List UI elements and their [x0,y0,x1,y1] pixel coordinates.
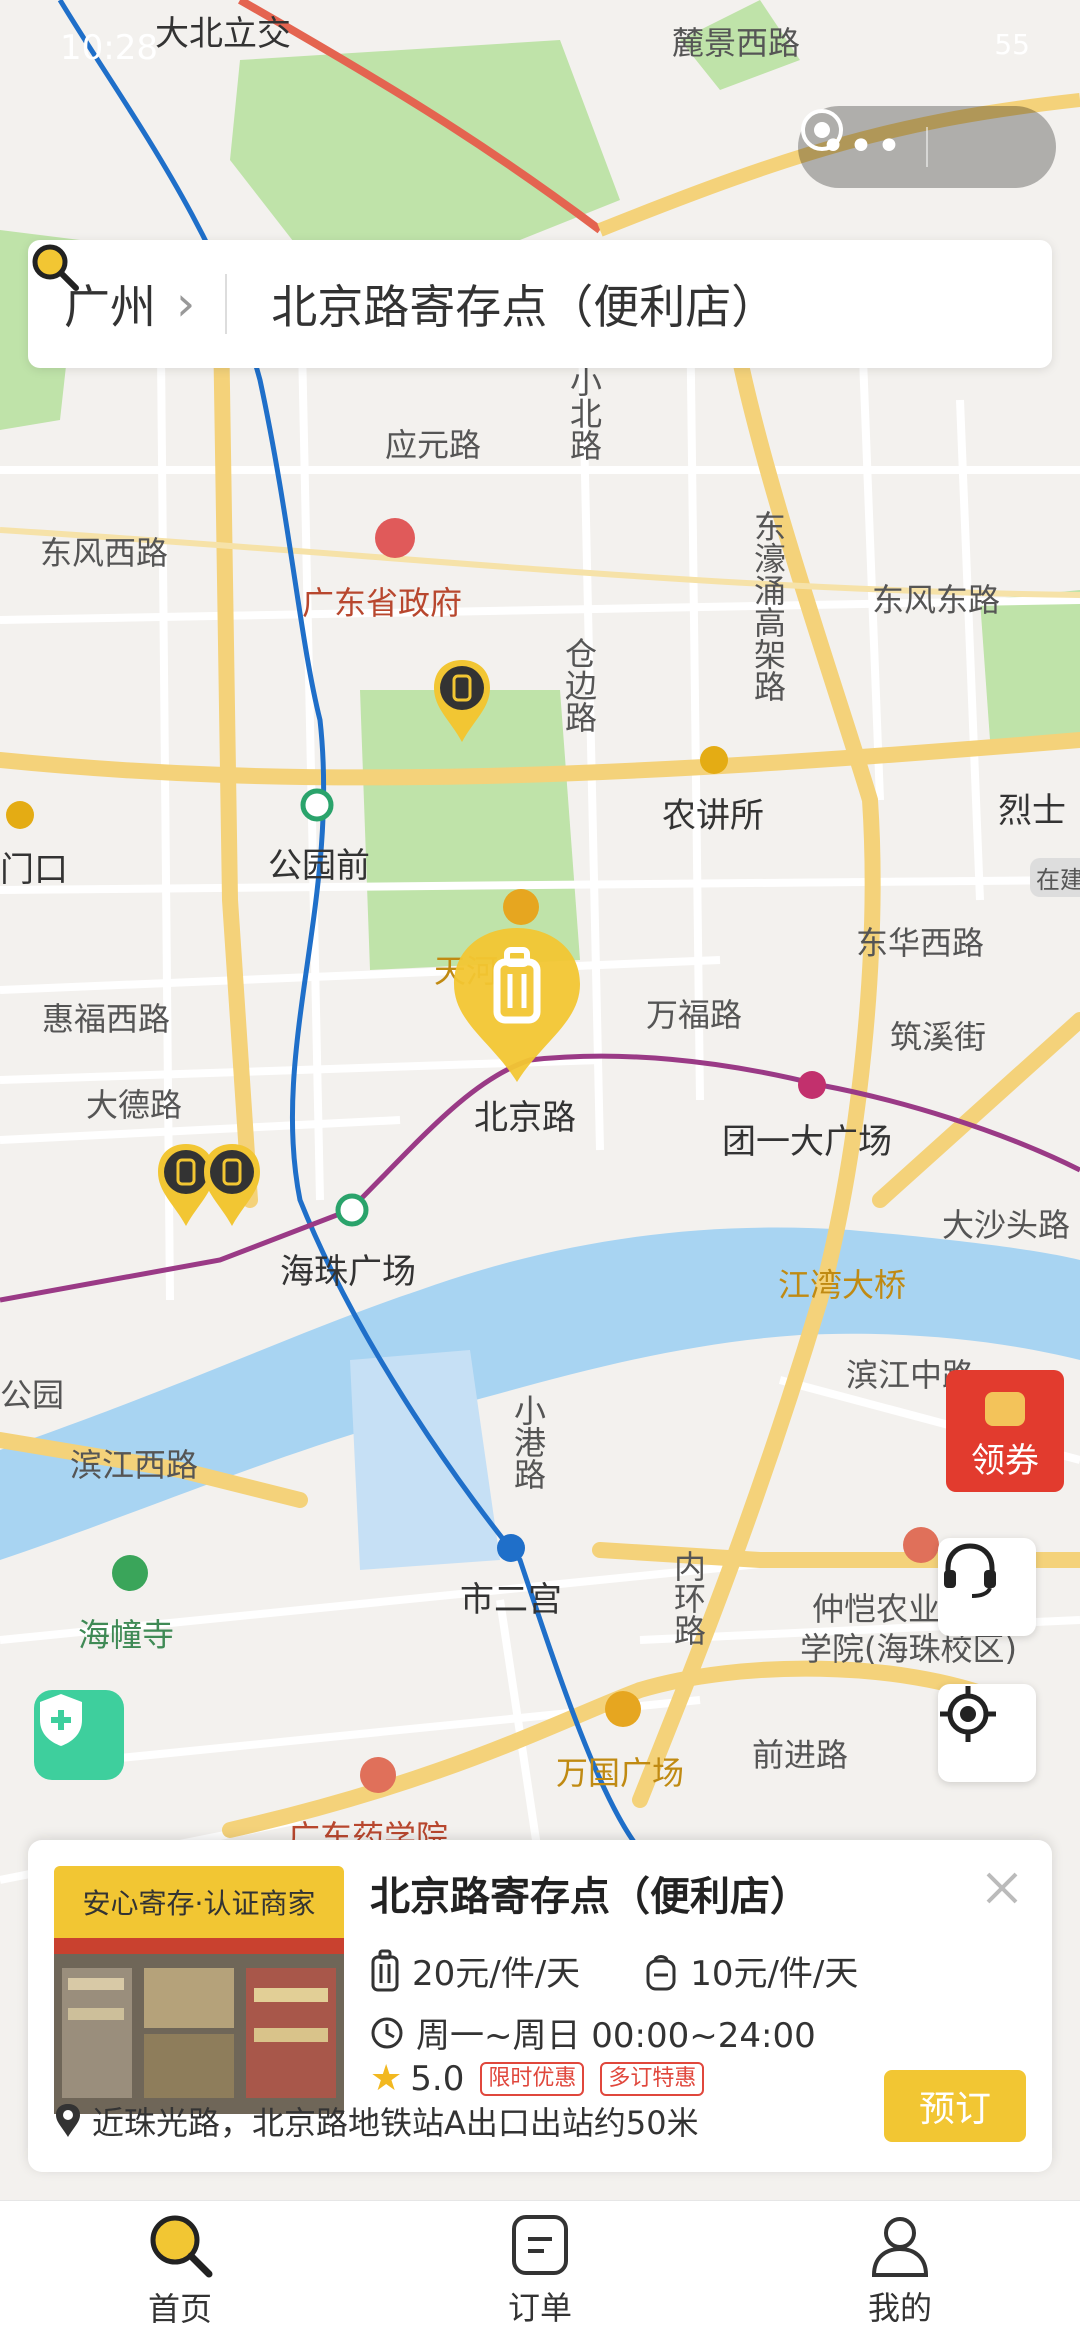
map-label: 门口 [0,850,68,890]
bag-price: 10元/件/天 [690,1954,859,1994]
map-label: 仓边路 [560,637,598,733]
search-bar[interactable]: 广州 › 北京路寄存点（便利店） [28,240,1052,368]
locate-icon [940,1686,996,1742]
rating-row: ★ 5.0 限时优惠 多订特惠 [370,2058,705,2099]
tab-label: 我的 [867,2289,932,2327]
map-label: 筑溪街 [890,1018,987,1056]
map-label: 农讲所 [662,796,764,836]
map-label: 海珠广场 [280,1252,416,1292]
map-label: 万国广场 [556,1754,685,1792]
star-icon: ★ [370,2058,403,2099]
map-label: 麓景西路 [672,24,801,62]
capsule-divider [926,127,928,167]
map-label: 滨江西路 [70,1446,199,1484]
book-button[interactable]: 预订 [884,2070,1026,2142]
coupon-label: 领券 [971,1441,1039,1481]
tab-label: 首页 [147,2290,212,2328]
shield-plus-icon [40,1694,82,1746]
map-label: 团一大广场 [722,1122,892,1162]
backpack-icon [646,1954,676,1990]
clock-icon [371,2017,403,2048]
search-input[interactable]: 北京路寄存点（便利店） [271,271,777,337]
map-label: 在建 [1030,858,1080,897]
map-label: 市二宫 [460,1580,562,1620]
store-address: 近珠光路，北京路地铁站A出口出站约50米 [92,2104,699,2142]
rating-value: 5.0 [410,2058,465,2099]
red-envelope-icon [985,1392,1025,1426]
user-icon [871,2217,929,2277]
locate-me-button[interactable] [938,1684,1036,1782]
city-selector[interactable]: 广州 › [64,271,195,337]
map-label: 应元路 [385,426,482,464]
map-label: 东华西路 [856,924,985,962]
map-label: 大北立交 [155,14,291,54]
tab-home[interactable]: 首页 [0,2201,360,2341]
map-label: 广东省政府 [302,584,463,622]
map-label: 东风东路 [872,581,1001,619]
map-label: 北京路 [474,1098,576,1138]
certified-badge: 安心寄存·认证商家 [54,1866,344,1938]
hours-row: 周一~周日 00:00~24:00 [370,2008,816,2057]
search-divider [225,274,228,334]
order-icon [512,2215,568,2275]
luggage-icon [371,1949,399,1991]
map-label: 小北路 [565,365,603,461]
status-time: 10:28 [60,28,158,68]
selected-store-pin[interactable] [432,922,602,1092]
search-icon [150,2215,213,2278]
map-label: 东濠涌高架路 [749,510,787,702]
store-name: 北京路寄存点（便利店） [370,1874,810,1920]
target-close-icon [801,109,843,151]
store-photo-image [54,1938,344,2114]
battery-indicator: 55 [994,28,1030,61]
bottom-tab-bar: 首页 订单 我的 [0,2200,1080,2341]
map-label: 惠福西路 [42,1000,171,1038]
tab-profile[interactable]: 我的 [720,2201,1080,2341]
chevron-right-icon: › [176,276,196,332]
map-label: 江湾大桥 [778,1266,907,1304]
map-label: 小港路 [509,1394,547,1490]
tab-orders[interactable]: 订单 [360,2201,720,2341]
store-pin[interactable] [430,656,494,746]
map-label: 东风西路 [40,534,169,572]
map-label: 公园前 [268,846,370,886]
customer-service-button[interactable] [938,1538,1036,1636]
safety-shield-button[interactable] [34,1690,124,1780]
headset-icon [944,1543,996,1598]
map-label: 烈士 [998,791,1066,831]
map-label: 公园 [0,1376,65,1414]
price-row: 20元/件/天 10元/件/天 [370,1946,858,1995]
promo-tag: 限时优惠 [480,2061,585,2096]
promo-tag: 多订特惠 [600,2061,705,2096]
map-label: 万福路 [646,996,743,1034]
map-label: 内环路 [669,1550,707,1646]
map-label: 海幢寺 [78,1616,175,1654]
store-card[interactable]: 安心寄存·认证商家 北京路寄存点（便利店） 20元/件/天 10元/件/天 周一… [28,1840,1052,2172]
tab-label: 订单 [507,2289,572,2327]
address-row: 近珠光路，北京路地铁站A出口出站约50米 [54,2098,699,2144]
map-label: 大沙头路 [942,1206,1071,1244]
coupon-button[interactable]: 领券 [946,1370,1064,1492]
search-icon [32,244,79,291]
store-pin[interactable] [200,1140,264,1230]
map-label: 前进路 [752,1736,849,1774]
luggage-price: 20元/件/天 [412,1954,581,1994]
store-photo[interactable] [54,1938,344,2114]
miniapp-capsule: ••• [798,106,1056,188]
close-icon[interactable] [978,1864,1026,1912]
map-label: 大德路 [86,1086,183,1124]
location-pin-icon [56,2104,80,2137]
store-hours: 周一~周日 00:00~24:00 [416,2016,816,2056]
